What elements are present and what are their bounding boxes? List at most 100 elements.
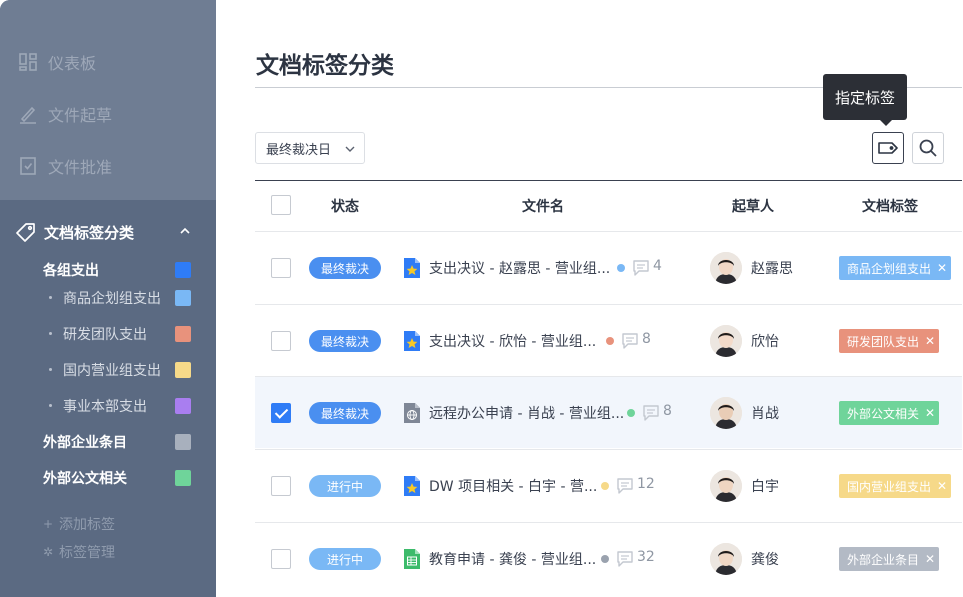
chevron-down-icon bbox=[345, 146, 355, 152]
remove-tag-icon[interactable]: ✕ bbox=[937, 261, 947, 275]
sidebar-tag-label: 商品企划组支出 bbox=[63, 291, 161, 307]
file-name-link[interactable]: 教育申请 - 龚俊 - 营业组... bbox=[429, 549, 596, 569]
sheet-doc-icon bbox=[404, 549, 420, 569]
comment-count: 8 bbox=[642, 331, 651, 347]
nav-label: 文件批准 bbox=[48, 158, 113, 177]
globe-doc-icon bbox=[404, 403, 420, 423]
sidebar-tag-label: 事业本部支出 bbox=[63, 399, 147, 415]
sidebar-tag-item[interactable]: 商品企划组支出 bbox=[0, 285, 216, 311]
file-name-link[interactable]: DW 项目相关 - 白宇 - 营... bbox=[429, 476, 597, 496]
add-tag-link[interactable]: + 添加标签 bbox=[43, 514, 115, 534]
tag-indicator-dot bbox=[601, 555, 609, 563]
add-tag-label: 添加标签 bbox=[59, 517, 115, 533]
search-icon bbox=[919, 139, 937, 157]
document-tag-label: 外部公文相关 bbox=[847, 406, 920, 421]
sidebar-tag-item[interactable]: 事业本部支出 bbox=[0, 393, 216, 419]
sidebar-tag-label: 国内营业组支出 bbox=[63, 363, 161, 379]
column-header-tags[interactable]: 文档标签 bbox=[862, 196, 918, 216]
row-checkbox[interactable] bbox=[271, 476, 291, 496]
nav-item-dashboard[interactable]: 仪表板 bbox=[18, 48, 96, 76]
bullet-icon bbox=[49, 296, 52, 299]
row-checkbox[interactable] bbox=[271, 331, 291, 351]
comment-icon[interactable] bbox=[616, 550, 634, 568]
column-header-author[interactable]: 起草人 bbox=[732, 196, 774, 216]
tag-indicator-dot bbox=[601, 482, 609, 490]
nav-item-approve[interactable]: 文件批准 bbox=[18, 152, 112, 180]
sidebar-tag-item[interactable]: 外部企业条目 bbox=[0, 429, 216, 455]
tag-indicator-dot bbox=[606, 337, 614, 345]
tag-outline-icon bbox=[878, 142, 898, 154]
row-checkbox[interactable] bbox=[271, 549, 291, 569]
remove-tag-icon[interactable]: ✕ bbox=[937, 479, 947, 493]
chevron-up-icon[interactable] bbox=[178, 224, 192, 238]
author-name: 白宇 bbox=[751, 479, 779, 495]
gear-icon: ✲ bbox=[43, 545, 54, 559]
table-top-border bbox=[255, 180, 962, 181]
pen-icon bbox=[18, 104, 38, 124]
comment-count: 4 bbox=[653, 258, 662, 274]
avatar bbox=[710, 397, 742, 429]
sidebar-tag-item[interactable]: 研发团队支出 bbox=[0, 321, 216, 347]
nav-label: 文件起草 bbox=[48, 106, 113, 125]
table-row[interactable]: 进行中 DW 项目相关 - 白宇 - 营... 12 白宇 国内营业组支出 ✕ bbox=[255, 449, 962, 521]
search-button[interactable] bbox=[912, 132, 944, 164]
file-name-link[interactable]: 远程办公申请 - 肖战 - 营业组... bbox=[429, 403, 624, 423]
sidebar-tag-label: 外部公文相关 bbox=[43, 471, 127, 487]
comment-count: 32 bbox=[637, 549, 655, 565]
sidebar-tag-label: 各组支出 bbox=[43, 263, 99, 279]
document-tag-chip: 商品企划组支出 ✕ bbox=[839, 256, 951, 280]
sidebar-tag-item[interactable]: 外部公文相关 bbox=[0, 465, 216, 491]
date-filter-select[interactable]: 最终裁决日 bbox=[255, 132, 365, 164]
document-tag-label: 国内营业组支出 bbox=[847, 479, 932, 494]
comment-count: 8 bbox=[663, 403, 672, 419]
sidebar-tag-item[interactable]: 各组支出 bbox=[0, 257, 216, 283]
author-name: 肖战 bbox=[751, 406, 779, 422]
column-header-filename[interactable]: 文件名 bbox=[522, 196, 564, 216]
status-badge: 进行中 bbox=[309, 548, 381, 570]
starred-doc-icon bbox=[404, 476, 420, 496]
file-name-link[interactable]: 支出决议 - 赵露思 - 营业组... bbox=[429, 258, 610, 278]
sidebar-tag-item[interactable]: 国内营业组支出 bbox=[0, 357, 216, 383]
table-row[interactable]: 最终裁决 支出决议 - 欣怡 - 营业组... 8 欣怡 研发团队支出 ✕ bbox=[255, 304, 962, 376]
avatar bbox=[710, 543, 742, 575]
row-checkbox[interactable] bbox=[271, 258, 291, 278]
comment-icon[interactable] bbox=[632, 259, 650, 277]
checkdoc-icon bbox=[18, 156, 38, 176]
status-badge: 最终裁决 bbox=[309, 402, 381, 424]
assign-tag-button[interactable] bbox=[872, 132, 904, 164]
nav-item-draft[interactable]: 文件起草 bbox=[18, 100, 112, 128]
document-tag-label: 商品企划组支出 bbox=[847, 261, 932, 276]
tag-indicator-dot bbox=[617, 264, 625, 272]
section-label: 文档标签分类 bbox=[44, 223, 135, 242]
file-name-link[interactable]: 支出决议 - 欣怡 - 营业组... bbox=[429, 331, 596, 351]
manage-tags-link[interactable]: ✲ 标签管理 bbox=[43, 542, 115, 562]
table-row[interactable]: 最终裁决 远程办公申请 - 肖战 - 营业组... 8 肖战 外部公文相关 ✕ bbox=[255, 376, 962, 448]
remove-tag-icon[interactable]: ✕ bbox=[925, 406, 935, 420]
nav-label: 仪表板 bbox=[48, 54, 97, 73]
assign-tag-tooltip: 指定标签 bbox=[823, 74, 907, 126]
bullet-icon bbox=[49, 404, 52, 407]
filter-selected-value: 最终裁决日 bbox=[266, 142, 332, 158]
tag-color-swatch bbox=[175, 362, 191, 378]
table-row[interactable]: 进行中 教育申请 - 龚俊 - 营业组... 32 龚俊 外部企业条目 ✕ bbox=[255, 522, 962, 594]
select-all-checkbox[interactable] bbox=[271, 195, 291, 215]
comment-icon[interactable] bbox=[642, 404, 660, 422]
sidebar-section-doc-tags[interactable]: 文档标签分类 bbox=[16, 218, 200, 246]
column-header-status[interactable]: 状态 bbox=[331, 196, 359, 216]
manage-tags-label: 标签管理 bbox=[59, 545, 115, 561]
row-checkbox[interactable] bbox=[271, 403, 291, 423]
document-tag-label: 外部企业条目 bbox=[847, 552, 920, 567]
document-tag-chip: 外部企业条目 ✕ bbox=[839, 547, 939, 571]
remove-tag-icon[interactable]: ✕ bbox=[925, 334, 935, 348]
remove-tag-icon[interactable]: ✕ bbox=[925, 552, 935, 566]
bullet-icon bbox=[49, 332, 52, 335]
document-tag-chip: 外部公文相关 ✕ bbox=[839, 401, 939, 425]
avatar bbox=[710, 325, 742, 357]
tag-icon bbox=[16, 222, 36, 242]
table-row[interactable]: 最终裁决 支出决议 - 赵露思 - 营业组... 4 赵露思 商品企划组支出 ✕ bbox=[255, 231, 962, 303]
document-tag-chip: 研发团队支出 ✕ bbox=[839, 329, 939, 353]
document-tag-chip: 国内营业组支出 ✕ bbox=[839, 474, 951, 498]
comment-icon[interactable] bbox=[621, 332, 639, 350]
plus-icon: + bbox=[43, 517, 54, 531]
comment-icon[interactable] bbox=[616, 477, 634, 495]
